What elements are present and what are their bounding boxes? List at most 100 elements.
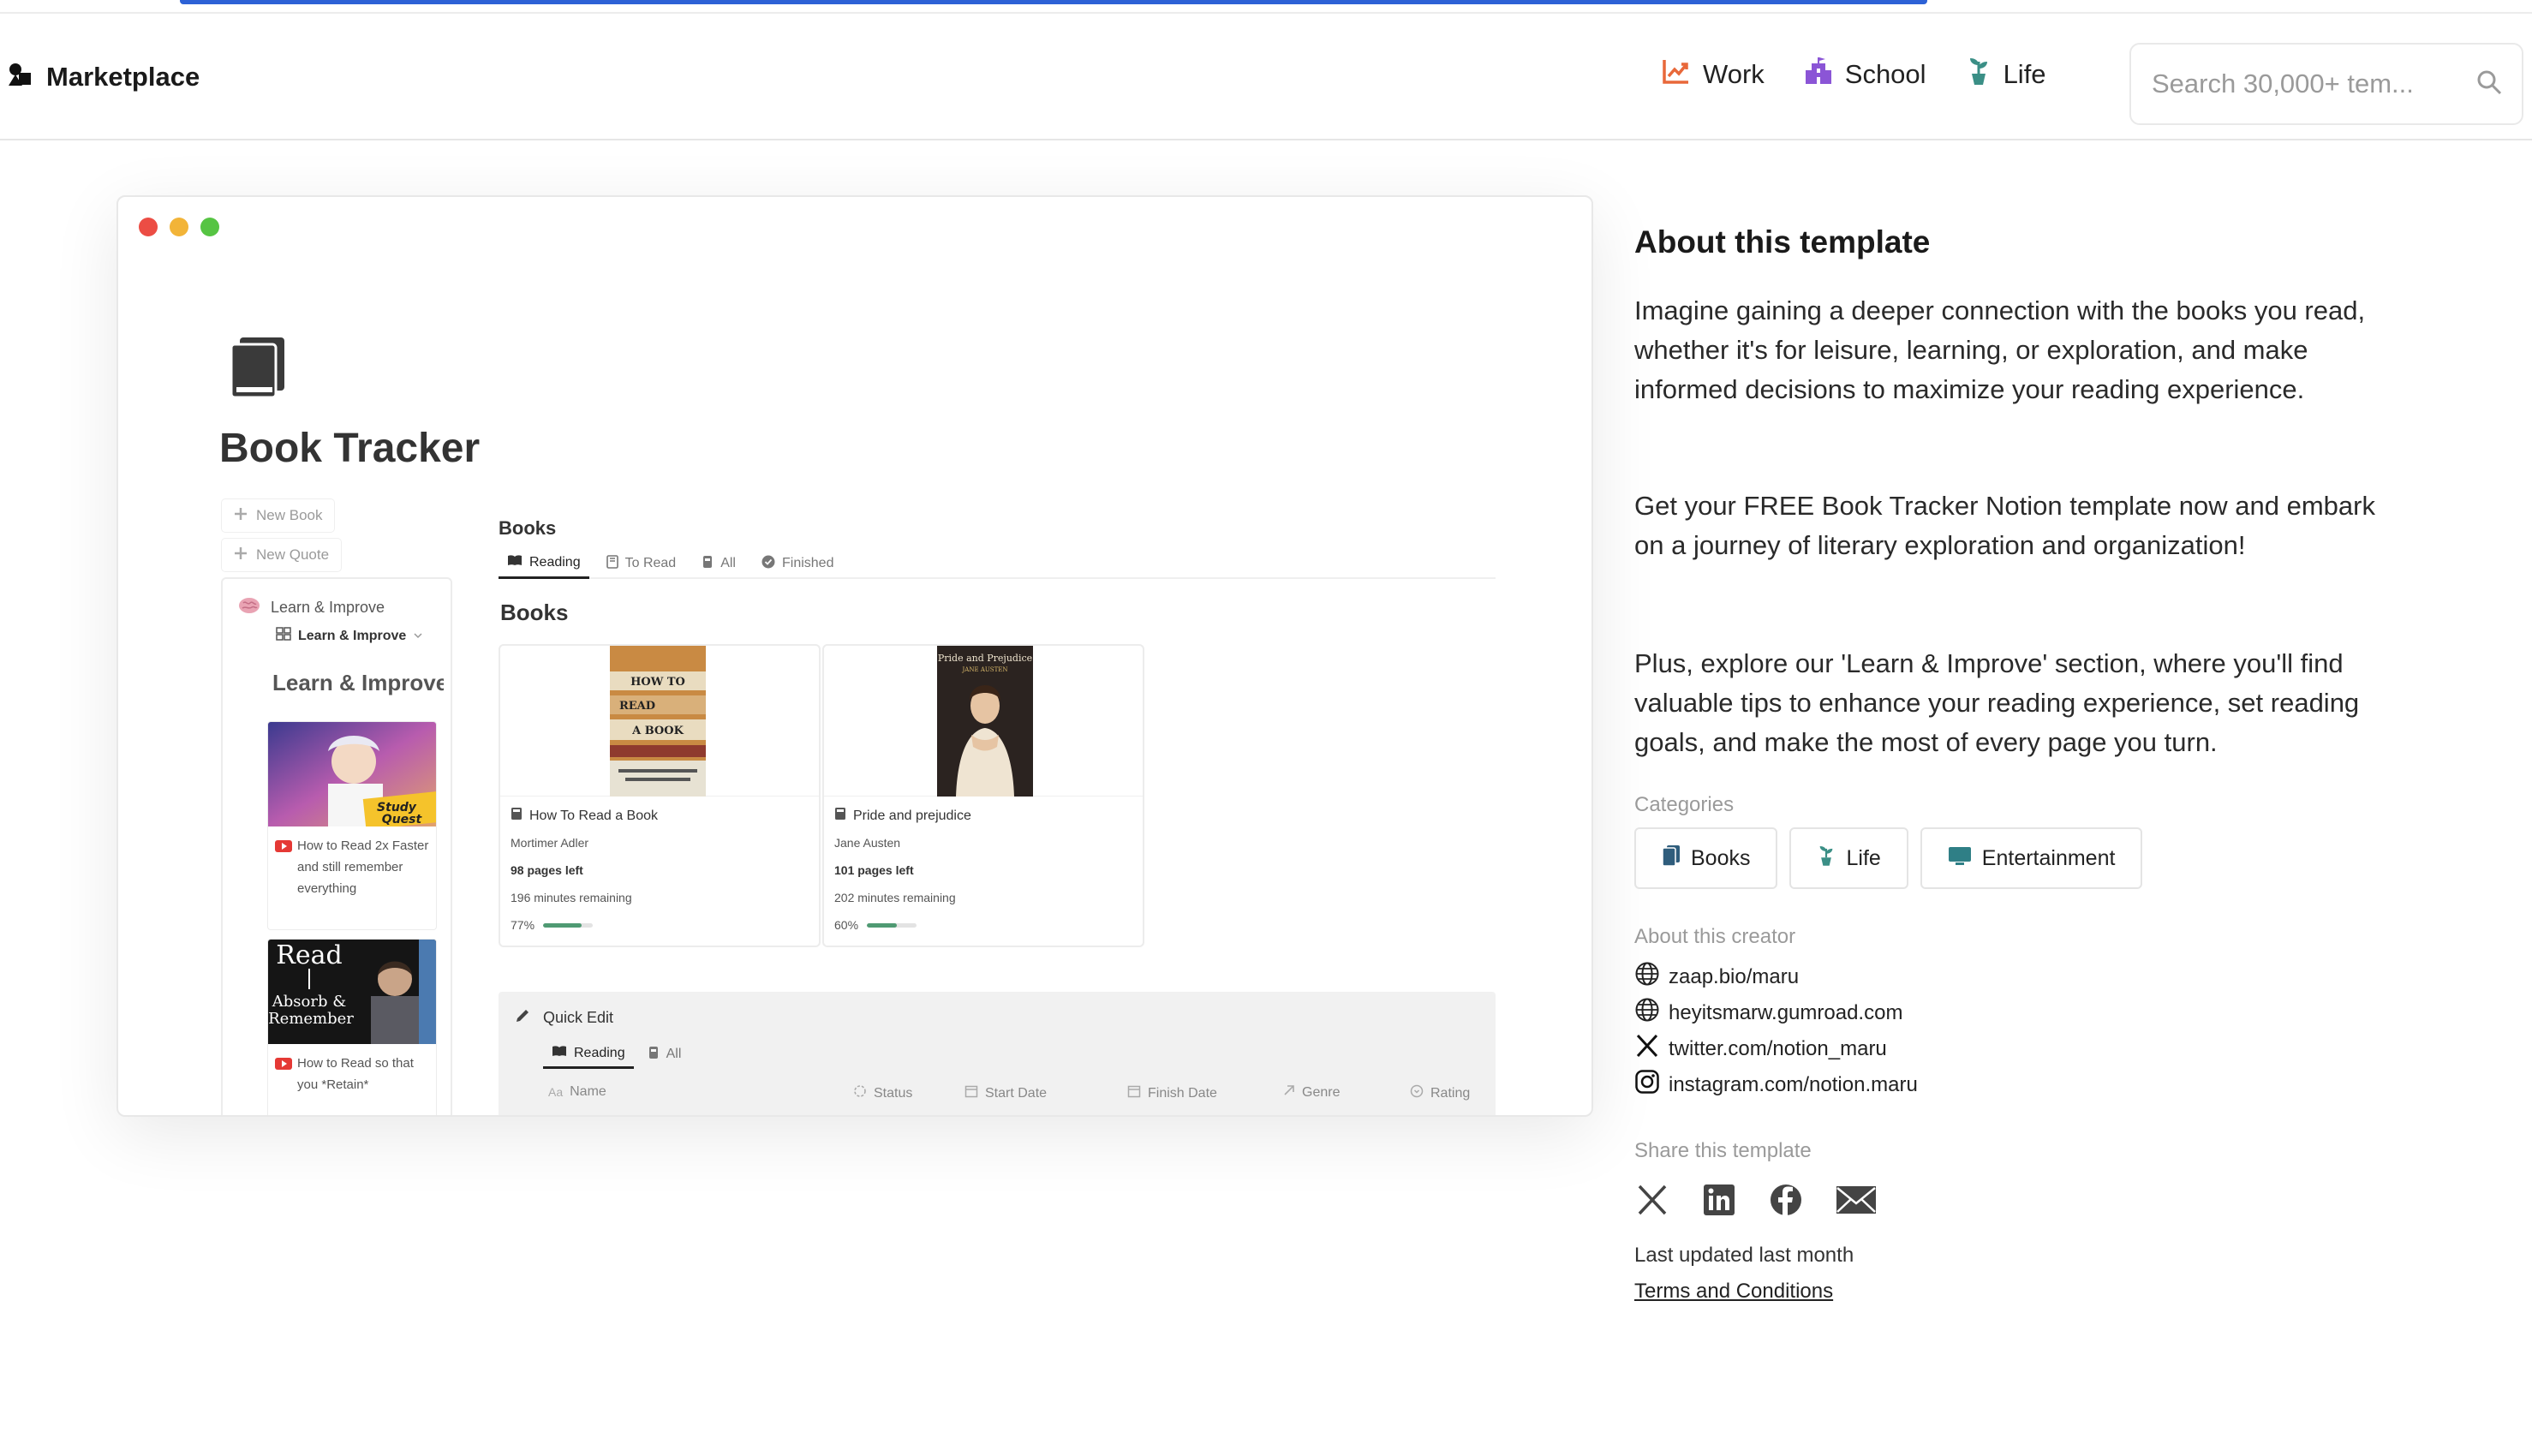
learn-improve-panel: Learn & Improve Learn & Improve Learn & …	[221, 577, 452, 1115]
progress-fill	[867, 922, 897, 928]
creator-link[interactable]: instagram.com/notion.maru	[1634, 1069, 1918, 1101]
search-box[interactable]	[2129, 43, 2523, 125]
book-author: Mortimer Adler	[511, 836, 589, 850]
last-updated: Last updated last month	[1634, 1244, 1854, 1267]
creator-link[interactable]: twitter.com/notion_maru	[1634, 1033, 1887, 1065]
open-book-icon	[507, 554, 523, 570]
video-card[interactable]: Read Absorb & Remember How to Read so th…	[267, 939, 437, 1115]
svg-text:Quest: Quest	[382, 813, 423, 826]
nav-school[interactable]: School	[1804, 57, 1926, 92]
book-card[interactable]: Pride and Prejudice JANE AUSTEN Pride an…	[822, 644, 1144, 947]
quick-edit-panel: Quick Edit Reading All Aa Name Status Sta…	[499, 992, 1496, 1115]
book-cover-area: HOW TO READ A BOOK	[500, 646, 819, 797]
search-input[interactable]	[2152, 69, 2451, 99]
globe-icon	[1634, 997, 1660, 1029]
about-paragraph: Imagine gaining a deeper connection with…	[1634, 295, 2366, 404]
book-page-icon	[228, 334, 290, 403]
category-life[interactable]: Life	[1789, 827, 1908, 889]
plus-icon	[234, 546, 248, 564]
about-title: About this template	[1634, 224, 1931, 260]
terms-link[interactable]: Terms and Conditions	[1634, 1280, 1833, 1304]
book-name: Pride and prejudice	[834, 807, 971, 825]
learn-section-link[interactable]: Learn & Improve	[238, 596, 385, 619]
share-buttons	[1634, 1182, 1878, 1218]
svg-text:READ: READ	[619, 700, 655, 713]
column-status[interactable]: Status	[853, 1084, 912, 1102]
learn-section-label: Learn & Improve	[271, 599, 385, 616]
x-icon[interactable]	[1634, 1182, 1670, 1218]
youtube-icon	[275, 840, 292, 852]
nav-work[interactable]: Work	[1662, 57, 1765, 92]
new-book-label: New Book	[256, 507, 323, 523]
facebook-icon[interactable]	[1768, 1182, 1804, 1218]
svg-text:Pride and Prejudice: Pride and Prejudice	[938, 653, 1032, 664]
tab-to-read[interactable]: To Read	[598, 548, 685, 579]
book-cover-image: HOW TO READ A BOOK	[610, 646, 706, 797]
plus-icon	[234, 507, 248, 525]
book-minutes-remaining: 196 minutes remaining	[511, 891, 632, 904]
book-icon	[834, 807, 846, 825]
nav-life[interactable]: Life	[1966, 57, 2046, 92]
books-heading: Books	[500, 600, 569, 625]
new-book-button[interactable]: New Book	[221, 498, 336, 533]
video-card[interactable]: Study Quest How to Read 2x Faster and st…	[267, 721, 437, 930]
new-quote-label: New Quote	[256, 546, 330, 563]
check-circle-icon	[761, 555, 775, 573]
brand[interactable]: Marketplace	[7, 62, 200, 92]
category-books[interactable]: Books	[1634, 827, 1778, 889]
category-entertainment[interactable]: Entertainment	[1920, 827, 2143, 889]
chevron-down-icon	[413, 629, 423, 644]
column-genre[interactable]: Genre	[1283, 1084, 1340, 1101]
column-name[interactable]: Aa Name	[548, 1084, 606, 1100]
book-minutes-remaining: 202 minutes remaining	[834, 891, 956, 904]
tab-quick-all[interactable]: All	[639, 1040, 690, 1069]
creator-link[interactable]: heyitsmarw.gumroad.com	[1634, 997, 1902, 1029]
new-quote-button[interactable]: New Quote	[221, 538, 343, 572]
page-title: Book Tracker	[219, 426, 481, 471]
tv-icon	[1948, 845, 1972, 872]
gallery-view-selector[interactable]: Learn & Improve	[276, 627, 423, 645]
text-type-icon: Aa	[548, 1085, 564, 1099]
minimize-dot	[170, 218, 188, 236]
nav-school-label: School	[1844, 59, 1926, 89]
maximize-dot	[200, 218, 219, 236]
book-card[interactable]: HOW TO READ A BOOK How To Read a Book Mo…	[499, 644, 821, 947]
video-thumbnail: Read Absorb & Remember	[268, 940, 436, 1044]
template-preview[interactable]: Book Tracker New Book New Quote Learn & …	[116, 195, 1593, 1117]
pencil-icon	[514, 1007, 531, 1029]
site-header: Marketplace Work School Life	[0, 14, 2532, 140]
column-finish-date[interactable]: Finish Date	[1127, 1084, 1217, 1102]
gallery-view-label: Learn & Improve	[298, 628, 407, 643]
book-icon	[511, 807, 523, 825]
svg-text:JANE AUSTEN: JANE AUSTEN	[962, 666, 1008, 673]
svg-text:HOW TO: HOW TO	[630, 676, 685, 689]
book-icon	[1662, 844, 1681, 873]
view-tabs: Reading To Read All Finished	[499, 548, 1496, 579]
tab-all[interactable]: All	[693, 548, 744, 579]
progress-track	[867, 922, 917, 928]
brand-title: Marketplace	[46, 62, 200, 92]
tab-finished[interactable]: Finished	[753, 548, 842, 579]
svg-text:Absorb &: Absorb &	[272, 993, 346, 1011]
linkedin-icon[interactable]	[1701, 1182, 1737, 1218]
brain-icon	[238, 596, 260, 619]
gallery-icon	[276, 627, 291, 645]
mail-icon[interactable]	[1835, 1183, 1878, 1217]
column-start-date[interactable]: Start Date	[964, 1084, 1047, 1102]
tab-quick-reading[interactable]: Reading	[543, 1040, 634, 1069]
book-pages-left: 101 pages left	[834, 863, 914, 877]
open-book-icon	[552, 1045, 567, 1061]
loading-bar	[180, 0, 1927, 4]
globe-icon	[1634, 961, 1660, 993]
tab-reading[interactable]: Reading	[499, 548, 589, 579]
book-progress: 60%	[834, 918, 917, 932]
creator-link[interactable]: zaap.bio/maru	[1634, 961, 1799, 993]
window-controls	[139, 218, 219, 236]
x-icon	[1634, 1033, 1660, 1065]
search-icon[interactable]	[2475, 69, 2503, 100]
creator-label: About this creator	[1634, 925, 1796, 948]
column-rating[interactable]: Rating	[1410, 1084, 1470, 1102]
plant-icon	[1966, 57, 1992, 92]
book-author: Jane Austen	[834, 836, 901, 850]
quick-edit-tabs: Reading All	[543, 1040, 690, 1069]
